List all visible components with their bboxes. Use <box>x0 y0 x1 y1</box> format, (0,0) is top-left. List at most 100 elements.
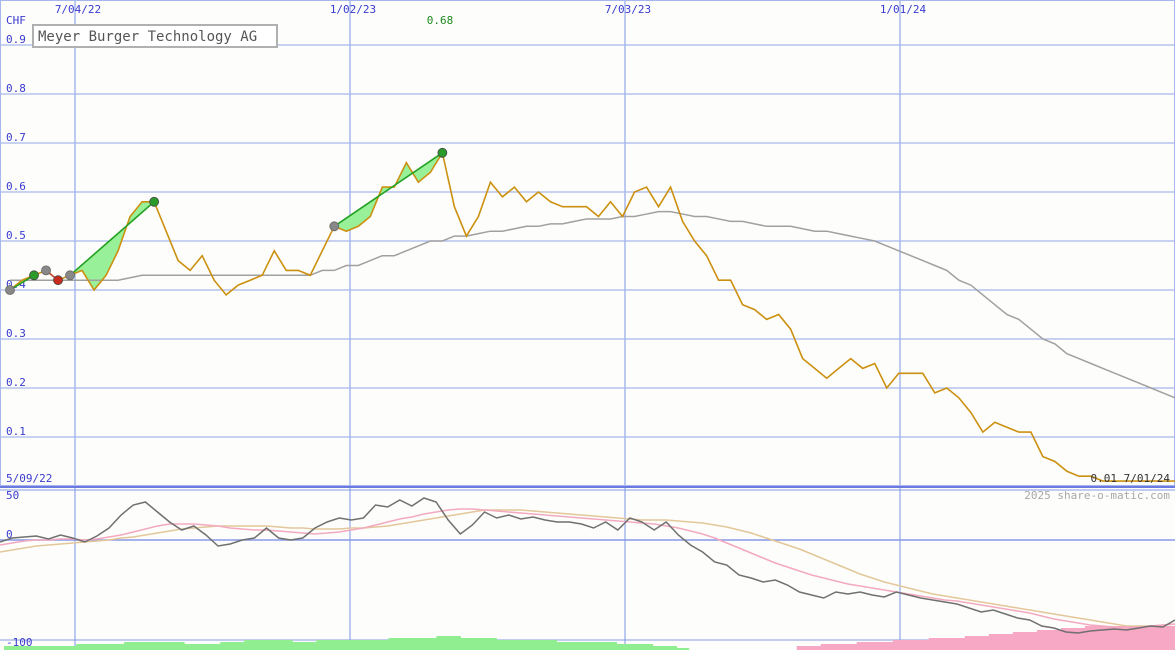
histogram-bar <box>604 642 618 650</box>
histogram-bar <box>256 640 269 650</box>
histogram-bar <box>340 640 353 650</box>
price-tick-label: 0.2 <box>6 376 26 389</box>
histogram-bar <box>160 642 173 650</box>
histogram-bar <box>1024 632 1038 650</box>
histogram-bar <box>808 646 822 650</box>
histogram-bar <box>1132 626 1146 650</box>
histogram-bar <box>856 642 870 650</box>
trend-start-point <box>5 285 15 295</box>
histogram-bar <box>52 646 65 650</box>
price-tick-label: 0.5 <box>6 229 26 242</box>
histogram-bar <box>100 644 113 650</box>
histogram-bar <box>832 644 846 650</box>
histogram-bar <box>592 642 606 650</box>
date-tick-label: 1/02/23 <box>330 3 376 16</box>
histogram-bar <box>496 640 509 650</box>
histogram-bar <box>136 642 149 650</box>
trend-start-point <box>41 265 51 276</box>
trend-end-point <box>437 147 448 158</box>
end-value-label: 0.01 7/01/24 <box>1091 472 1171 485</box>
histogram-bar <box>172 642 185 650</box>
histogram-bar <box>1072 628 1086 650</box>
price-tick-label: 0.1 <box>6 425 26 438</box>
histogram-bar <box>424 638 437 650</box>
max-value-label: 0.68 <box>427 14 454 27</box>
histogram-bar <box>1000 634 1014 650</box>
histogram-bar <box>892 640 906 650</box>
trend-end-point <box>149 196 160 207</box>
histogram-bar <box>1012 632 1026 650</box>
histogram-bar <box>664 646 678 650</box>
start-date-label: 5/09/22 <box>6 472 52 485</box>
histogram-bar <box>916 640 930 650</box>
histogram-bar <box>1036 630 1050 650</box>
histogram-bar <box>952 638 966 650</box>
histogram-bar <box>40 646 53 650</box>
histogram-bar <box>412 638 425 650</box>
histogram-bar <box>208 644 221 650</box>
date-tick-label: 1/01/24 <box>880 3 927 16</box>
histogram-bar <box>88 644 101 650</box>
histogram-bar <box>844 644 858 650</box>
histogram-bar <box>352 640 365 650</box>
histogram-bar <box>364 640 377 650</box>
histogram-bar <box>928 638 942 650</box>
price-tick-label: 0.8 <box>6 82 26 95</box>
histogram-bar <box>556 642 569 650</box>
histogram-bar <box>220 642 233 650</box>
histogram-bar <box>1084 626 1098 650</box>
oscillator-tick-label: 50 <box>6 489 19 502</box>
histogram-bar <box>388 638 401 650</box>
histogram-bar <box>520 640 533 650</box>
histogram-bar <box>964 636 978 650</box>
histogram-bar <box>544 640 557 650</box>
histogram-bar <box>28 646 41 650</box>
histogram-bar <box>316 640 329 650</box>
histogram-bar <box>508 640 521 650</box>
histogram-bar <box>280 640 293 650</box>
histogram-bar <box>232 642 245 650</box>
trend-start-point <box>65 270 75 281</box>
date-tick-label: 7/03/23 <box>605 3 651 16</box>
histogram-bar <box>1048 630 1062 650</box>
histogram-bar <box>868 642 882 650</box>
histogram-bar <box>16 646 29 650</box>
histogram-bar <box>880 642 894 650</box>
histogram-bar <box>580 642 593 650</box>
histogram-bar <box>616 644 630 650</box>
histogram-bar <box>472 638 485 650</box>
histogram-bar <box>484 638 497 650</box>
histogram-bar <box>436 636 449 650</box>
histogram-bar <box>1156 626 1170 650</box>
histogram-bar <box>3 646 17 650</box>
histogram-bar <box>112 644 125 650</box>
histogram-bar <box>328 640 341 650</box>
histogram-bar <box>988 634 1002 650</box>
chart-title: Meyer Burger Technology AG <box>38 29 257 45</box>
date-tick-label: 7/04/22 <box>55 3 101 16</box>
chart-background <box>0 0 1175 650</box>
histogram-bar <box>184 644 197 650</box>
histogram-bar <box>292 642 305 650</box>
credit-text: 2025 share-o-matic.com <box>1024 489 1170 502</box>
histogram-bar <box>376 640 389 650</box>
trend-end-point <box>53 275 63 286</box>
histogram-bar <box>628 644 642 650</box>
histogram-bar <box>460 638 473 650</box>
histogram-bar <box>448 636 461 650</box>
histogram-bar <box>1144 626 1158 650</box>
histogram-bar <box>148 642 161 650</box>
histogram-bar <box>304 642 317 650</box>
histogram-bar <box>904 640 918 650</box>
price-tick-label: 0.7 <box>6 131 26 144</box>
histogram-bar <box>196 644 209 650</box>
chart-container: 0.9 0.8 0.7 0.6 0.5 0.4 0.3 0.2 0.1 7/04/22 1/02/2… <box>0 0 1175 650</box>
histogram-bar <box>796 646 810 650</box>
price-tick-label: 0.3 <box>6 327 26 340</box>
price-tick-label: 0.9 <box>6 33 26 46</box>
histogram-bar <box>652 646 666 650</box>
histogram-bar <box>76 644 89 650</box>
histogram-bar <box>64 646 77 650</box>
histogram-bar <box>124 642 137 650</box>
histogram-bar <box>640 644 654 650</box>
